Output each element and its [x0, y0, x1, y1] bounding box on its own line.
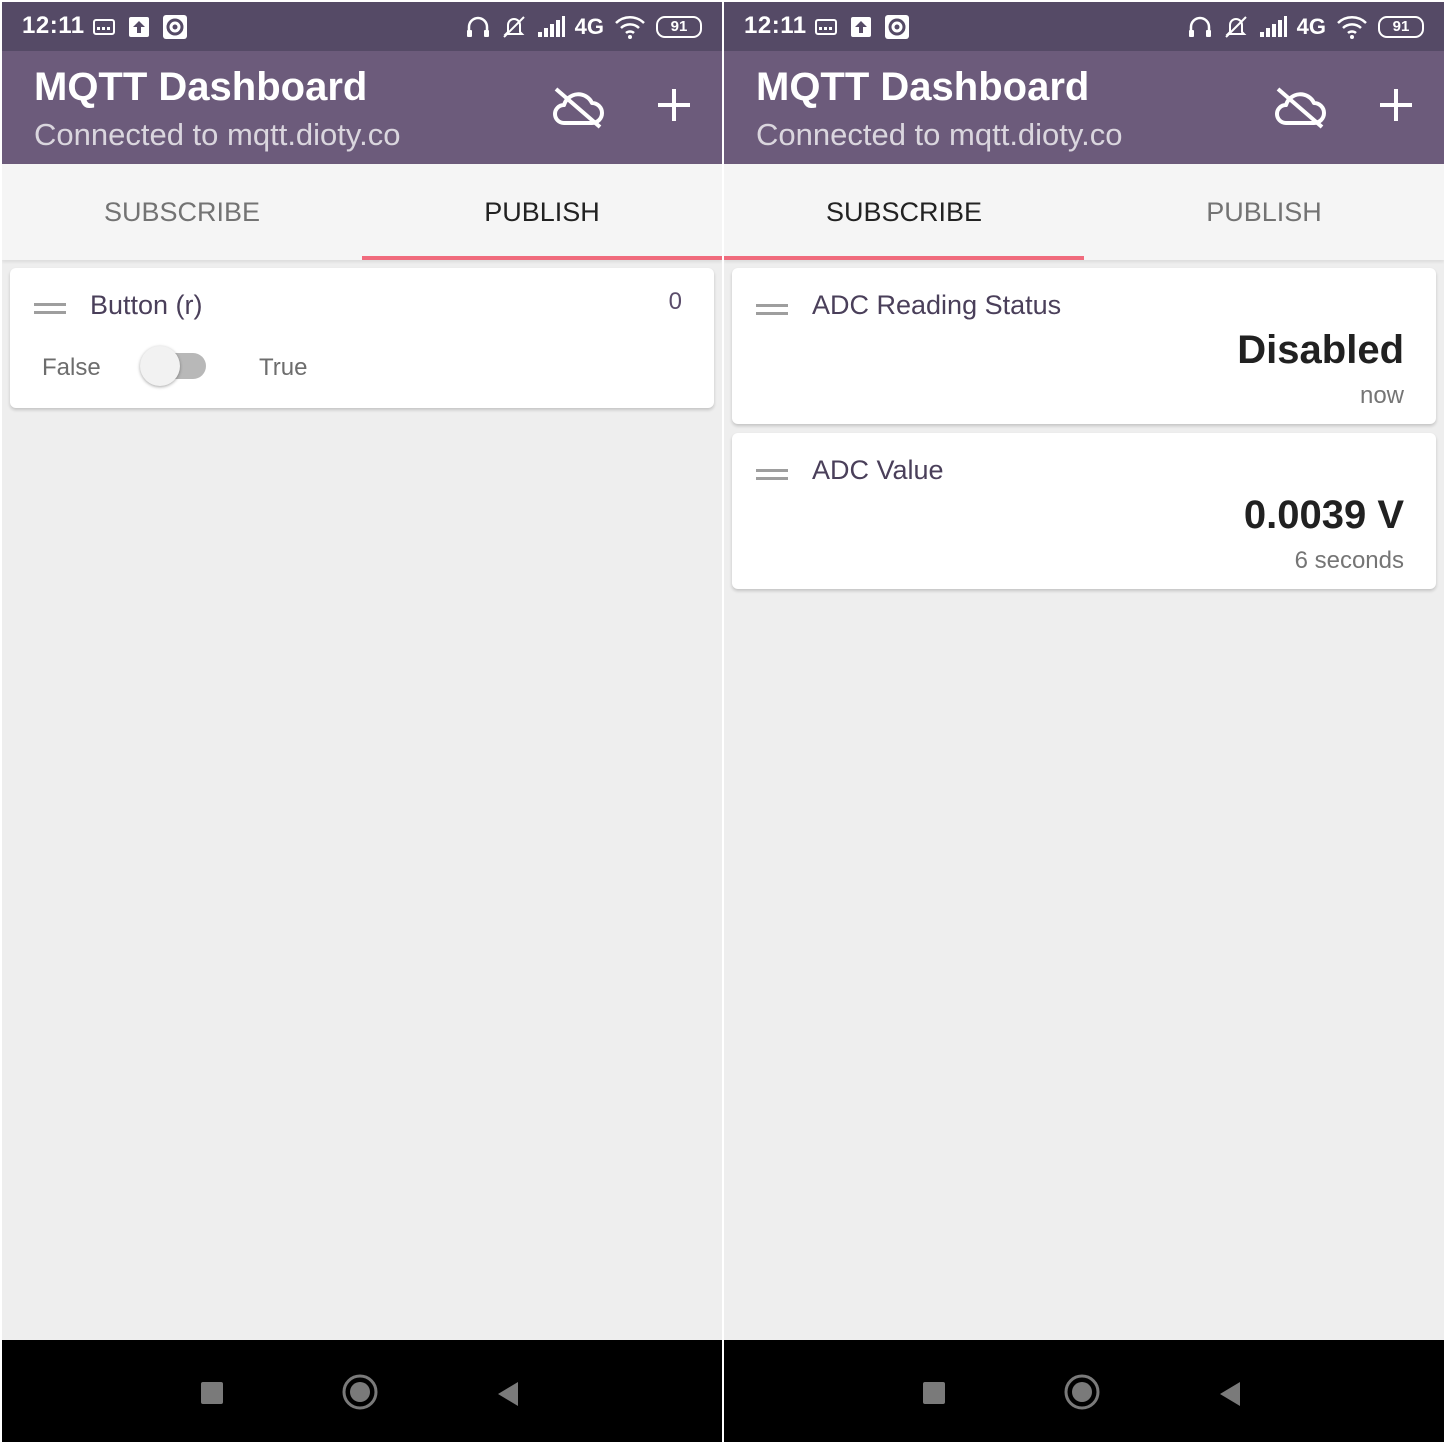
card-title: ADC Value [812, 455, 944, 485]
upload-icon [129, 17, 149, 37]
status-time: 12:11 [744, 12, 807, 39]
back-triangle-icon[interactable] [496, 1380, 520, 1408]
publish-card-button[interactable]: Button (r) 0 False True [10, 268, 714, 408]
switch-thumb [140, 346, 180, 386]
mute-bell-icon [1224, 16, 1247, 38]
false-label: False [42, 354, 101, 381]
app-title: MQTT Dashboard [34, 65, 368, 109]
subscribe-card-adc-status[interactable]: ADC Reading Status Disabled now [732, 268, 1436, 424]
tab-bar: SUBSCRIBE PUBLISH [724, 164, 1444, 260]
connection-status: Connected to mqtt.dioty.co [756, 117, 1123, 152]
status-right-icons: 4G 91 [1187, 12, 1424, 42]
drag-handle-icon[interactable] [756, 467, 788, 481]
tab-subscribe[interactable]: SUBSCRIBE [2, 164, 362, 260]
record-icon [163, 15, 187, 39]
drag-handle-icon[interactable] [34, 301, 66, 315]
home-circle-icon[interactable] [1064, 1374, 1100, 1410]
tab-subscribe[interactable]: SUBSCRIBE [724, 164, 1084, 260]
last-update-time: 6 seconds [1294, 547, 1404, 574]
publish-screen: 12:11 4G 91 MQTT Dashboard Connected to … [2, 2, 722, 1442]
subscribed-value: 0.0039 V [1243, 493, 1404, 537]
upload-icon [851, 17, 871, 37]
record-icon [885, 15, 909, 39]
home-circle-icon[interactable] [342, 1374, 378, 1410]
drag-handle-icon[interactable] [756, 302, 788, 316]
subscribed-value: Disabled [1237, 328, 1404, 372]
subscribe-card-adc-value[interactable]: ADC Value 0.0039 V 6 seconds [732, 433, 1436, 589]
mute-bell-icon [502, 16, 525, 38]
status-left-icons [814, 12, 910, 42]
cloud-off-icon[interactable] [1272, 85, 1328, 129]
last-update-time: now [1359, 382, 1404, 409]
headphones-icon [466, 16, 489, 37]
cloud-off-icon[interactable] [550, 85, 606, 129]
network-type: 4G [1296, 14, 1326, 39]
status-bar: 12:11 4G 91 [724, 2, 1444, 51]
network-type: 4G [574, 14, 604, 39]
wifi-icon [615, 16, 645, 39]
battery-indicator: 91 [656, 16, 702, 38]
recents-square-icon[interactable] [923, 1382, 945, 1404]
status-time: 12:11 [22, 12, 85, 39]
signal-icon [1259, 16, 1287, 37]
status-bar: 12:11 4G 91 [2, 2, 722, 51]
publish-count: 0 [668, 288, 682, 315]
add-icon[interactable] [1374, 83, 1418, 127]
tab-bar: SUBSCRIBE PUBLISH [2, 164, 722, 260]
navigation-bar [724, 1340, 1444, 1442]
battery-indicator: 91 [1378, 16, 1424, 38]
tab-publish[interactable]: PUBLISH [1084, 164, 1444, 260]
status-left-icons [92, 12, 188, 42]
app-bar: MQTT Dashboard Connected to mqtt.dioty.c… [2, 51, 722, 164]
status-right-icons: 4G 91 [465, 12, 702, 42]
card-title: ADC Reading Status [812, 290, 1062, 320]
wifi-icon [1337, 16, 1367, 39]
app-title: MQTT Dashboard [756, 65, 1090, 109]
navigation-bar [2, 1340, 722, 1442]
headphones-icon [1188, 16, 1211, 37]
tab-publish[interactable]: PUBLISH [362, 164, 722, 260]
card-title: Button (r) [90, 290, 203, 320]
app-bar: MQTT Dashboard Connected to mqtt.dioty.c… [724, 51, 1444, 164]
back-triangle-icon[interactable] [1218, 1380, 1242, 1408]
sim-card-icon [93, 19, 115, 35]
subscribe-screen: 12:11 4G 91 MQTT Dashboard Connected to … [724, 2, 1444, 1442]
toggle-switch[interactable] [140, 346, 208, 386]
add-icon[interactable] [652, 83, 696, 127]
connection-status: Connected to mqtt.dioty.co [34, 117, 401, 152]
signal-icon [537, 16, 565, 37]
sim-card-icon [815, 19, 837, 35]
true-label: True [259, 354, 308, 381]
recents-square-icon[interactable] [201, 1382, 223, 1404]
